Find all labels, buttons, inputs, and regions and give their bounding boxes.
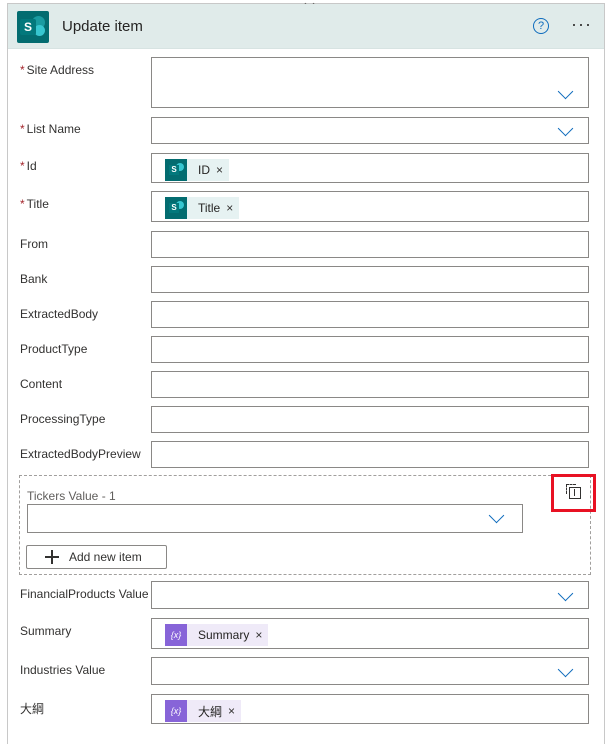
add-new-item-label: Add new item (69, 550, 142, 564)
content-label: Content (20, 377, 63, 391)
list-name-label: * List Name (20, 122, 81, 136)
add-new-item-button[interactable]: Add new item (26, 545, 167, 569)
tickers-label: Tickers Value - 1 (27, 489, 116, 503)
tickers-dropdown[interactable] (27, 504, 523, 533)
financial-products-dropdown[interactable] (151, 581, 589, 609)
chevron-down-icon[interactable] (557, 83, 574, 100)
summary-token[interactable]: {x} Summary × (165, 624, 269, 646)
chevron-down-icon[interactable] (557, 585, 574, 602)
switch-array-icon (566, 484, 581, 499)
outline-label: 大綱 (20, 702, 45, 716)
tickers-array-section: Tickers Value - 1 Add new item (19, 475, 591, 575)
question-circle-icon[interactable]: ? (533, 18, 549, 34)
expression-token-icon: {x} (165, 700, 187, 722)
site-address-label: * Site Address (20, 63, 95, 77)
list-name-dropdown[interactable] (151, 117, 589, 144)
outline-field[interactable]: {x} 大綱 × (151, 694, 589, 724)
chevron-down-icon[interactable] (488, 507, 505, 524)
expression-token-icon: {x} (165, 624, 187, 646)
processing-type-input[interactable] (151, 406, 589, 433)
summary-field[interactable]: {x} Summary × (151, 618, 589, 649)
summary-label: Summary (20, 624, 72, 638)
extracted-body-input[interactable] (151, 301, 589, 328)
title-label: * Title (20, 197, 49, 211)
bank-input[interactable] (151, 266, 589, 293)
id-field[interactable]: S ID × (151, 153, 589, 183)
extracted-body-label: ExtractedBody (20, 307, 99, 321)
title-field[interactable]: S Title × (151, 191, 589, 222)
more-horizontal-icon[interactable]: ··· (571, 14, 592, 35)
extracted-body-preview-label: ExtractedBodyPreview (20, 447, 141, 461)
chevron-down-icon[interactable] (557, 661, 574, 678)
title-token[interactable]: S Title × (165, 197, 240, 219)
bank-label: Bank (20, 272, 48, 286)
industries-dropdown[interactable] (151, 657, 589, 685)
summary-token-label: Summary (198, 628, 250, 642)
sharepoint-token-icon: S (165, 197, 187, 219)
id-token-label: ID (198, 163, 210, 177)
sharepoint-token-icon: S (165, 159, 187, 181)
remove-token-icon[interactable]: × (226, 201, 233, 215)
processing-type-label: ProcessingType (20, 412, 106, 426)
outline-token-label: 大綱 (198, 704, 223, 719)
id-token[interactable]: S ID × (165, 159, 230, 181)
card-header[interactable]: S Update item ? ··· (8, 4, 604, 49)
plus-icon (45, 550, 59, 564)
industries-label: Industries Value (20, 663, 106, 677)
switch-to-input-entire-array-button[interactable] (551, 474, 596, 512)
chevron-down-icon[interactable] (557, 120, 574, 137)
product-type-label: ProductType (20, 342, 88, 356)
id-label: * Id (20, 159, 37, 173)
remove-token-icon[interactable]: × (255, 628, 262, 642)
site-address-dropdown[interactable] (151, 57, 589, 108)
remove-token-icon[interactable]: × (228, 704, 235, 718)
action-title[interactable]: Update item (62, 18, 143, 35)
from-label: From (20, 237, 48, 251)
content-input[interactable] (151, 371, 589, 398)
from-input[interactable] (151, 231, 589, 258)
financial-products-label: FinancialProducts Value (20, 587, 149, 601)
sharepoint-icon: S (17, 11, 49, 43)
remove-token-icon[interactable]: × (216, 163, 223, 177)
product-type-input[interactable] (151, 336, 589, 363)
outline-token[interactable]: {x} 大綱 × (165, 700, 242, 722)
title-token-label: Title (198, 201, 221, 215)
extracted-body-preview-input[interactable] (151, 441, 589, 468)
